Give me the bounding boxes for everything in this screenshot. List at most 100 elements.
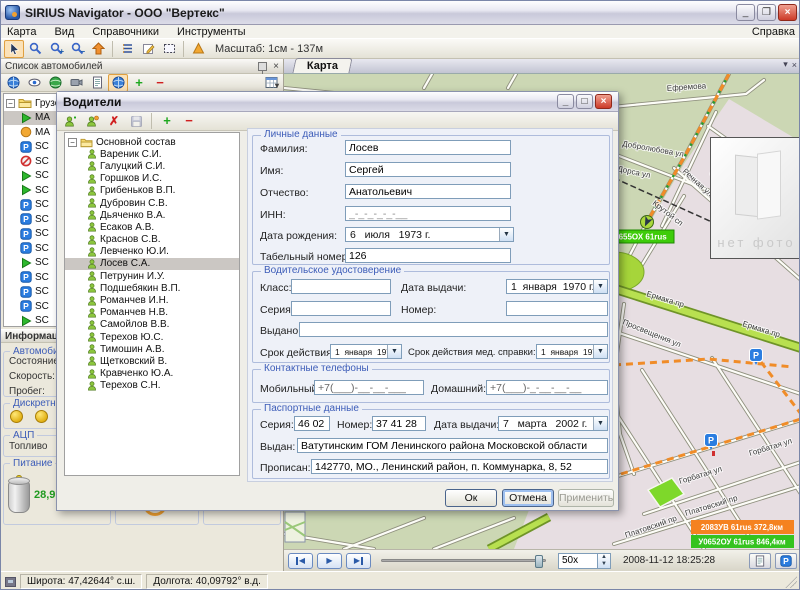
- chevron-down-icon[interactable]: ▼: [593, 417, 607, 430]
- driver-item[interactable]: Вареник С.И.: [65, 148, 239, 160]
- menu-item-help[interactable]: Справка: [752, 26, 795, 38]
- license-issue-combo[interactable]: 1 января 1970 г.▼: [506, 279, 608, 294]
- driver-item[interactable]: Дубровин С.В.: [65, 197, 239, 209]
- driver-item[interactable]: Петрунин И.У.: [65, 270, 239, 282]
- driver-item[interactable]: Краснов С.В.: [65, 234, 239, 246]
- remove-group-button[interactable]: −: [179, 112, 199, 130]
- expander-icon[interactable]: −: [6, 99, 15, 108]
- tab-number-field[interactable]: [345, 248, 511, 263]
- chevron-down-icon[interactable]: ▼: [387, 345, 401, 358]
- drivers-tree-root[interactable]: − Основной состав: [65, 136, 239, 148]
- resize-grip[interactable]: [785, 576, 797, 588]
- show-all-button[interactable]: [3, 74, 23, 92]
- driver-item[interactable]: Терехов Ю.С.: [65, 331, 239, 343]
- dialog-minimize-button[interactable]: _: [557, 94, 574, 109]
- registered-field[interactable]: [311, 459, 608, 474]
- expander-icon[interactable]: −: [68, 138, 77, 147]
- add-driver-button[interactable]: [60, 112, 80, 130]
- license-med-combo[interactable]: 1 января 1970 г.▼: [536, 344, 608, 359]
- passport-issue-combo[interactable]: 7 марта 2002 г.▼: [498, 416, 608, 431]
- driver-item[interactable]: Терехов С.Н.: [65, 380, 239, 392]
- dialog-close-button[interactable]: ×: [595, 94, 612, 109]
- panel-close-icon[interactable]: ×: [273, 62, 279, 71]
- add-vehicle-button[interactable]: +: [129, 74, 149, 92]
- passport-number-field[interactable]: [372, 416, 426, 431]
- driver-item[interactable]: Подшебякин В.П.: [65, 282, 239, 294]
- chevron-down-icon[interactable]: ▼: [593, 345, 607, 358]
- save-driver-button[interactable]: [126, 112, 146, 130]
- skip-end-button[interactable]: ▶: [346, 553, 371, 569]
- pin-icon[interactable]: [258, 62, 267, 71]
- select-area-button[interactable]: [159, 40, 179, 58]
- skip-start-button[interactable]: ◀: [288, 553, 313, 569]
- menu-item-tools[interactable]: Инструменты: [177, 26, 246, 38]
- add-group-button[interactable]: +: [157, 112, 177, 130]
- edit-driver-button[interactable]: [82, 112, 102, 130]
- menu-item-map[interactable]: Карта: [7, 26, 36, 38]
- cancel-button[interactable]: Отмена: [502, 489, 554, 507]
- follow-on-map-button[interactable]: [108, 74, 128, 92]
- delete-driver-button[interactable]: ✗: [104, 112, 124, 130]
- home-button[interactable]: [88, 40, 108, 58]
- legend-button[interactable]: [117, 40, 137, 58]
- remove-vehicle-button[interactable]: −: [150, 74, 170, 92]
- zoom-in-button[interactable]: +: [46, 40, 66, 58]
- map-panel-menu-icon[interactable]: ▾: [783, 59, 788, 70]
- camera-button[interactable]: [66, 74, 86, 92]
- print-button[interactable]: [749, 553, 771, 569]
- license-class-field[interactable]: [291, 279, 391, 294]
- driver-item[interactable]: Левченко Ю.И.: [65, 246, 239, 258]
- spinner-arrows[interactable]: ▲▼: [598, 553, 611, 569]
- measure-button[interactable]: [188, 40, 208, 58]
- license-valid-combo[interactable]: 1 января 1970 г.▼: [330, 344, 402, 359]
- ok-button[interactable]: Ок: [445, 489, 497, 507]
- driver-photo-box[interactable]: нет фото: [710, 137, 800, 259]
- license-issued-by-field[interactable]: [299, 322, 608, 337]
- zoom-out-button[interactable]: −: [67, 40, 87, 58]
- menu-item-view[interactable]: Вид: [54, 26, 74, 38]
- speed-input[interactable]: [558, 553, 598, 569]
- menu-item-directories[interactable]: Справочники: [92, 26, 159, 38]
- license-number-field[interactable]: [506, 301, 608, 316]
- passport-series-field[interactable]: [294, 416, 330, 431]
- mobile-field[interactable]: [314, 380, 424, 395]
- columns-button[interactable]: ▾: [261, 74, 281, 92]
- dialog-maximize-button[interactable]: □: [576, 94, 593, 109]
- parkings-button[interactable]: [775, 553, 797, 569]
- report-button[interactable]: [87, 74, 107, 92]
- driver-item[interactable]: Кравченко Ю.А.: [65, 368, 239, 380]
- driver-item[interactable]: Тимошин А.В.: [65, 343, 239, 355]
- track-button[interactable]: [45, 74, 65, 92]
- driver-item[interactable]: Романчев Н.В.: [65, 307, 239, 319]
- birth-date-combo[interactable]: 6 июля 1973 г.▼: [345, 227, 514, 242]
- map-panel-close-icon[interactable]: ×: [792, 60, 797, 70]
- chevron-down-icon[interactable]: ▼: [593, 280, 607, 293]
- watch-button[interactable]: [24, 74, 44, 92]
- minimize-button[interactable]: _: [736, 4, 755, 21]
- driver-item[interactable]: Лосев С.А.: [65, 258, 239, 270]
- apply-button[interactable]: Применить: [558, 489, 614, 507]
- license-series-field[interactable]: [291, 301, 391, 316]
- tab-map[interactable]: Карта: [292, 58, 352, 73]
- passport-issued-by-field[interactable]: [297, 438, 608, 453]
- slider-thumb[interactable]: [535, 555, 543, 568]
- speed-spinner[interactable]: ▲▼: [558, 553, 611, 569]
- zoom-tool-button[interactable]: [25, 40, 45, 58]
- play-button[interactable]: ▶: [317, 553, 342, 569]
- driver-item[interactable]: Грибеньков В.П.: [65, 185, 239, 197]
- driver-item[interactable]: Галуцкий С.И.: [65, 160, 239, 172]
- minimap-thumbnail[interactable]: [285, 512, 305, 542]
- name-field[interactable]: [345, 162, 511, 177]
- close-button[interactable]: ×: [778, 4, 797, 21]
- restore-button[interactable]: ❐: [757, 4, 776, 21]
- driver-item[interactable]: Дьяченко В.А.: [65, 209, 239, 221]
- patronymic-field[interactable]: [345, 184, 511, 199]
- edit-map-button[interactable]: [138, 40, 158, 58]
- home-phone-field[interactable]: [486, 380, 608, 395]
- surname-field[interactable]: [345, 140, 511, 155]
- timeline-slider[interactable]: [381, 559, 546, 562]
- driver-item[interactable]: Щетковский В.: [65, 355, 239, 367]
- driver-item[interactable]: Самойлов В.В.: [65, 319, 239, 331]
- chevron-down-icon[interactable]: ▼: [499, 228, 513, 241]
- inn-field[interactable]: [345, 206, 511, 221]
